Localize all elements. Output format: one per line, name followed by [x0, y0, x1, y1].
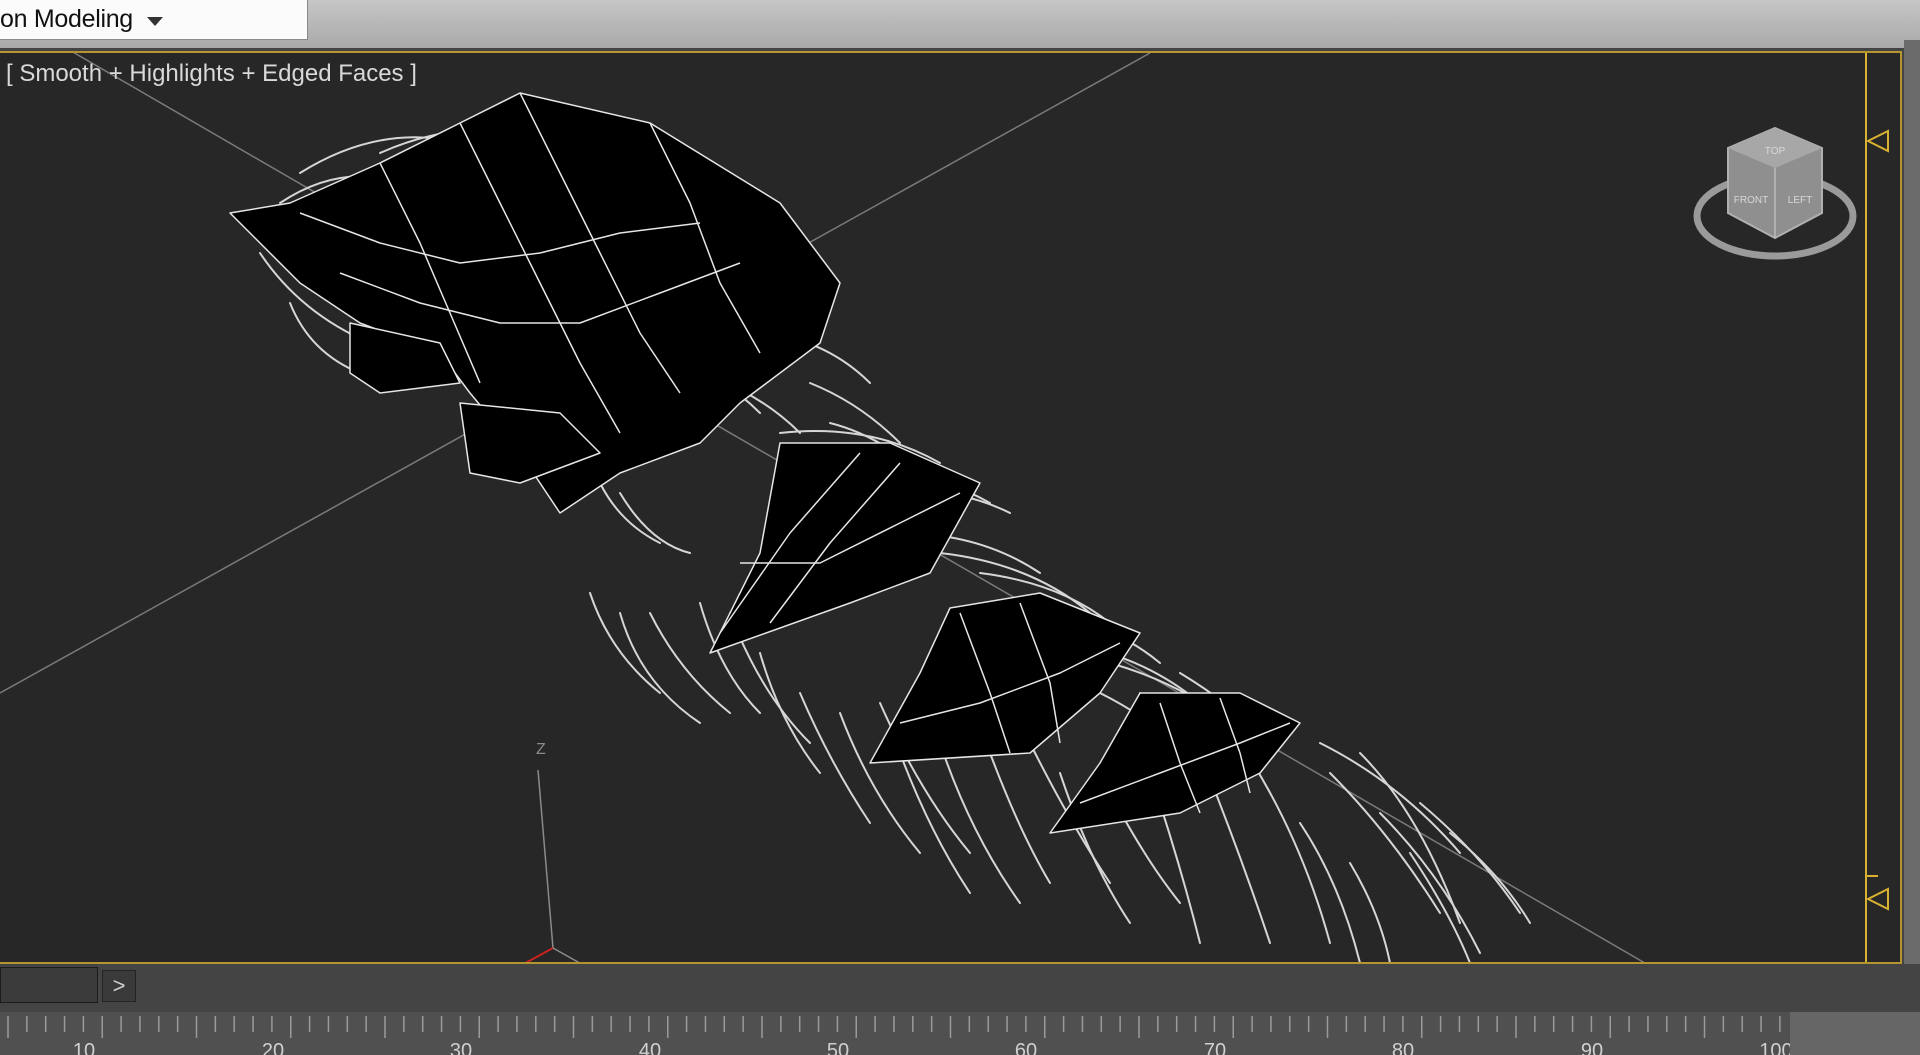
ruler-end-area: [1790, 1012, 1920, 1055]
ribbon-mode-dropdown[interactable]: on Modeling: [0, 0, 308, 40]
command-panel-edge: [1904, 40, 1920, 970]
chevron-down-icon[interactable]: [146, 17, 163, 26]
time-slider-frame[interactable]: [0, 967, 98, 1003]
axis-z-label: Z: [536, 741, 546, 758]
ruler-tick-label: 60: [1014, 1040, 1038, 1055]
ruler-tick-label: 30: [449, 1040, 473, 1055]
ruler-tick-label: 100: [1759, 1040, 1790, 1055]
viewcube-top-label: TOP: [1765, 146, 1786, 157]
viewport-edge-markers: [1865, 53, 1889, 962]
ruler-tick-label: 40: [638, 1040, 662, 1055]
track-bar-ruler[interactable]: 10 20 30 40 50 60 70 80 90 100: [0, 1012, 1790, 1055]
ruler-tick-label: 20: [261, 1040, 285, 1055]
ribbon-mode-label: on Modeling: [0, 5, 133, 33]
next-frame-button[interactable]: >: [102, 970, 136, 1002]
perspective-viewport[interactable]: Z TOP FRONT LEFT [ Smooth + Highlights +…: [0, 51, 1902, 964]
ruler-tick-label: 10: [72, 1040, 96, 1055]
ruler-tick-label: 80: [1391, 1040, 1415, 1055]
viewcube-left-label: LEFT: [1788, 195, 1812, 206]
time-slider-row: [0, 964, 1920, 1010]
ruler-tick-label: 50: [826, 1040, 850, 1055]
ruler-tick-label: 70: [1203, 1040, 1227, 1055]
ruler-tick-label: 90: [1580, 1040, 1604, 1055]
viewport-shading-label[interactable]: [ Smooth + Highlights + Edged Faces ]: [6, 60, 417, 88]
viewcube[interactable]: TOP FRONT LEFT: [1693, 126, 1857, 260]
viewport-scene: Z TOP FRONT LEFT: [0, 53, 1889, 962]
viewcube-front-label: FRONT: [1734, 195, 1768, 206]
mesh-geometry: [229, 92, 1301, 834]
axis-tripod: Z: [525, 741, 580, 962]
